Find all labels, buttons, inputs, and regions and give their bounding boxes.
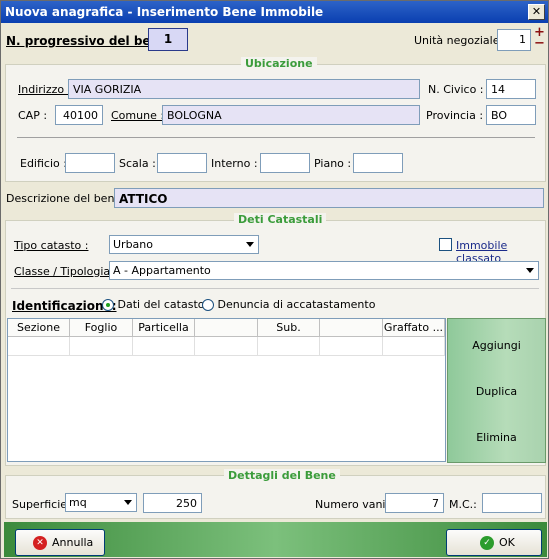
identificazione-label: Identificazione:	[12, 299, 117, 313]
piano-input[interactable]	[353, 153, 403, 173]
actions-panel: Aggiungi Duplica Elimina	[447, 318, 546, 463]
cap-input[interactable]: 40100	[55, 105, 103, 125]
close-button[interactable]: ✕	[528, 4, 545, 20]
scala-input[interactable]	[157, 153, 207, 173]
column-header[interactable]: Sub.	[258, 319, 320, 337]
divider	[17, 137, 535, 138]
ok-label: OK	[499, 536, 515, 549]
comune-input[interactable]: BOLOGNA	[162, 105, 420, 125]
progressivo-value: 1	[148, 28, 188, 51]
cancel-icon: ✕	[33, 536, 47, 550]
divider	[11, 288, 539, 289]
column-header[interactable]: Graffato ...	[383, 319, 445, 337]
chevron-down-icon	[124, 500, 132, 505]
chevron-down-icon	[526, 268, 534, 273]
scala-label: Scala :	[119, 157, 156, 170]
aggiungi-button[interactable]: Aggiungi	[448, 339, 545, 352]
elimina-button[interactable]: Elimina	[448, 431, 545, 444]
catasto-legend: Deti Catastali	[234, 213, 327, 226]
interno-input[interactable]	[260, 153, 310, 173]
table-cell[interactable]	[383, 337, 445, 356]
descrizione-input[interactable]: ATTICO	[114, 188, 544, 208]
window-title: Nuova anagrafica - Inserimento Bene Immo…	[5, 5, 324, 19]
comune-label[interactable]: Comune :	[111, 109, 164, 122]
civico-input[interactable]: 14	[486, 79, 536, 99]
table-cell[interactable]	[8, 337, 70, 356]
provincia-input[interactable]: BO	[486, 105, 536, 125]
dialog-window: Nuova anagrafica - Inserimento Bene Immo…	[0, 0, 549, 559]
tipo-catasto-select[interactable]: Urbano	[109, 235, 259, 254]
table-cell[interactable]	[320, 337, 383, 356]
interno-label: Interno :	[211, 157, 258, 170]
descrizione-label: Descrizione del bene:	[6, 192, 125, 205]
unita-label: Unità negoziale:	[414, 34, 504, 47]
classe-label: Classe / Tipologia :	[14, 265, 118, 278]
catasto-table[interactable]: Sezione Foglio Particella Sub. Graffato …	[7, 318, 446, 462]
table-cell[interactable]	[258, 337, 320, 356]
radio-denuncia-label: Denuncia di accatastamento	[217, 298, 376, 311]
tipo-catasto-value: Urbano	[113, 238, 153, 251]
unit-select[interactable]: mq	[65, 493, 137, 512]
mc-label: M.C.:	[449, 498, 477, 511]
indirizzo-input[interactable]: VIA GORIZIA	[68, 79, 420, 99]
radio-dati-label: Dati del catasto	[117, 298, 205, 311]
indirizzo-label[interactable]: Indirizzo :	[18, 83, 71, 96]
civico-label: N. Civico :	[428, 83, 484, 96]
piano-label: Piano :	[314, 157, 352, 170]
ok-button[interactable]: ✓ OK	[446, 529, 542, 556]
column-header[interactable]	[195, 319, 258, 337]
dettagli-legend: Dettagli del Bene	[224, 469, 340, 482]
edificio-input[interactable]	[65, 153, 115, 173]
classato-checkbox[interactable]	[439, 238, 452, 251]
vani-input[interactable]: 7	[385, 493, 444, 513]
table-cell[interactable]	[195, 337, 258, 356]
tipo-catasto-label: Tipo catasto :	[14, 239, 89, 252]
provincia-label: Provincia :	[426, 109, 484, 122]
annulla-label: Annulla	[52, 536, 94, 549]
classe-value: A - Appartamento	[113, 264, 211, 277]
radio-off-icon	[202, 299, 214, 311]
radio-on-icon	[102, 299, 114, 311]
column-header[interactable]: Particella	[133, 319, 195, 337]
annulla-button[interactable]: ✕ Annulla	[15, 529, 105, 556]
ubicazione-legend: Ubicazione	[241, 57, 317, 70]
column-header[interactable]	[320, 319, 383, 337]
title-bar: Nuova anagrafica - Inserimento Bene Immo…	[1, 1, 548, 23]
column-header[interactable]: Foglio	[70, 319, 133, 337]
classe-select[interactable]: A - Appartamento	[109, 261, 539, 280]
check-icon: ✓	[480, 536, 494, 550]
vani-label: Numero vani:	[315, 498, 390, 511]
table-cell[interactable]	[70, 337, 133, 356]
superficie-input[interactable]: 250	[143, 493, 202, 513]
table-cell[interactable]	[133, 337, 195, 356]
duplica-button[interactable]: Duplica	[448, 385, 545, 398]
radio-dati-catasto[interactable]: Dati del catasto	[102, 298, 205, 311]
mc-input[interactable]	[482, 493, 542, 513]
unita-input[interactable]: 1	[497, 29, 531, 51]
column-header[interactable]: Sezione	[8, 319, 70, 337]
chevron-down-icon	[246, 242, 254, 247]
unit-value: mq	[69, 496, 87, 509]
radio-denuncia[interactable]: Denuncia di accatastamento	[202, 298, 375, 311]
superficie-label: Superficie:	[12, 498, 71, 511]
cap-label: CAP :	[18, 109, 48, 122]
edificio-label: Edificio :	[20, 157, 67, 170]
minus-icon[interactable]: −	[534, 37, 545, 50]
